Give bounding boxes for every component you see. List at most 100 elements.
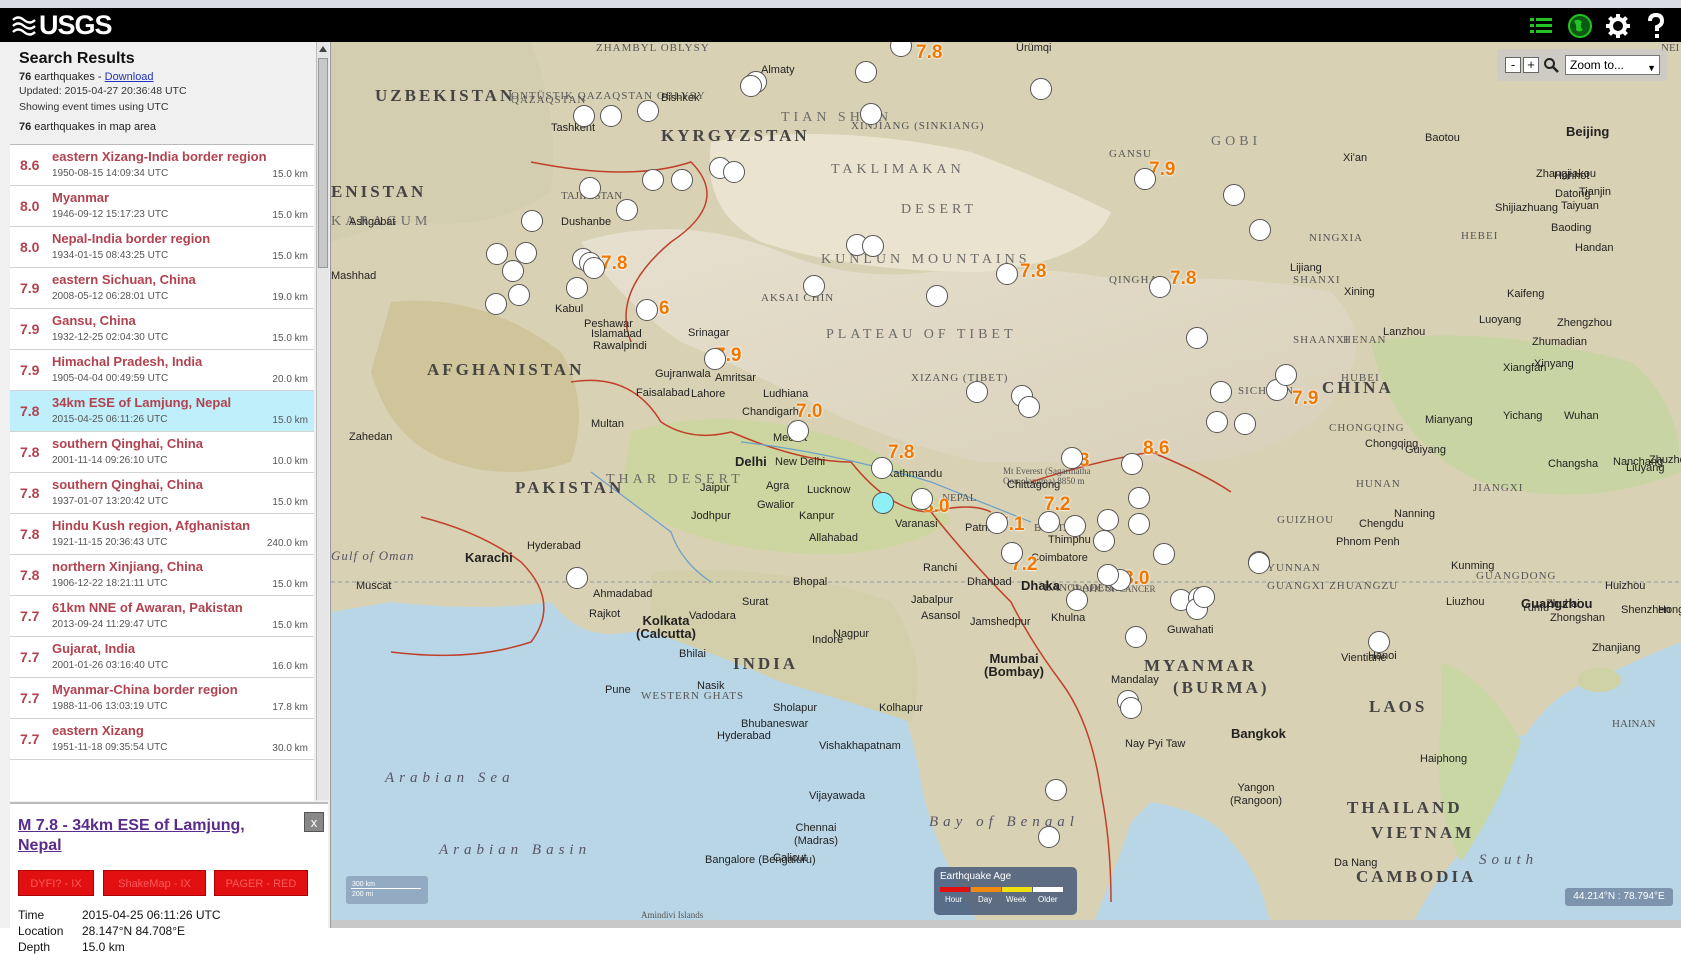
earthquake-marker[interactable]: [966, 381, 988, 403]
event-row[interactable]: 7.9 eastern Sichuan, China 2008-05-12 06:2…: [10, 268, 314, 309]
zoom-out-button[interactable]: -: [1505, 57, 1521, 73]
globe-icon[interactable]: [1566, 12, 1594, 40]
event-row[interactable]: 7.7 61km NNE of Awaran, Pakistan 2013-09-2…: [10, 596, 314, 637]
earthquake-marker[interactable]: [1038, 511, 1060, 533]
event-row[interactable]: 7.7 Myanmar-China border region 1988-11-06…: [10, 678, 314, 719]
earthquake-marker[interactable]: [637, 100, 659, 122]
earthquake-marker[interactable]: [1001, 542, 1023, 564]
earthquake-marker[interactable]: [1234, 413, 1256, 435]
map-view[interactable]: UZBEKISTAN KYRGYZSTAN AFGHANISTAN PAKISTAN I…: [331, 42, 1681, 928]
earthquake-marker[interactable]: [855, 61, 877, 83]
region-label: SHANXI: [1293, 274, 1341, 286]
earthquake-marker[interactable]: [1275, 364, 1297, 386]
earthquake-marker[interactable]: [642, 169, 664, 191]
earthquake-marker[interactable]: [1223, 184, 1245, 206]
pager-button[interactable]: PAGER - RED: [214, 870, 308, 896]
earthquake-marker[interactable]: [1125, 626, 1147, 648]
earthquake-marker[interactable]: [566, 567, 588, 589]
earthquake-marker[interactable]: [1097, 509, 1119, 531]
usgs-logo[interactable]: USGS: [12, 10, 113, 40]
earthquake-marker[interactable]: [502, 260, 524, 282]
help-icon[interactable]: [1642, 12, 1670, 40]
earthquake-marker[interactable]: [704, 348, 726, 370]
earthquake-marker[interactable]: [515, 242, 537, 264]
earthquake-marker[interactable]: [508, 284, 530, 306]
earthquake-marker[interactable]: [1210, 381, 1232, 403]
event-title-link[interactable]: M 7.8 - 34km ESE of Lamjung, Nepal: [18, 816, 278, 856]
city-label: Chandigarh: [742, 406, 799, 418]
region-label: HEBEI: [1461, 230, 1499, 242]
list-scrollbar[interactable]: [316, 42, 329, 800]
earthquake-marker[interactable]: [740, 75, 762, 97]
earthquake-marker[interactable]: [1097, 564, 1119, 586]
earthquake-marker[interactable]: [486, 243, 508, 265]
earthquake-marker[interactable]: [862, 235, 884, 257]
earthquake-marker[interactable]: [600, 105, 622, 127]
earthquake-marker[interactable]: [1030, 78, 1052, 100]
event-row[interactable]: 7.9 Himachal Pradesh, India 1905-04-04 00:…: [10, 350, 314, 391]
event-row[interactable]: 7.7 Gujarat, India 2001-01-26 03:16:40 UTC…: [10, 637, 314, 678]
search-icon[interactable]: [1543, 57, 1559, 73]
earthquake-marker[interactable]: [636, 299, 658, 321]
earthquake-marker[interactable]: [573, 105, 595, 127]
earthquake-marker[interactable]: [1206, 411, 1228, 433]
event-row[interactable]: 7.8 southern Qinghai, China 2001-11-14 09:…: [10, 432, 314, 473]
event-row[interactable]: 7.7 eastern Xizang 1951-11-18 09:35:54 UTC…: [10, 719, 314, 760]
event-row[interactable]: 7.8 Hindu Kush region, Afghanistan 1921-11…: [10, 514, 314, 555]
earthquake-marker[interactable]: [1045, 779, 1067, 801]
earthquake-marker[interactable]: [485, 293, 507, 315]
shakemap-button[interactable]: ShakeMap - IX: [103, 870, 206, 896]
list-icon[interactable]: [1527, 12, 1555, 40]
zoom-to-select[interactable]: Zoom to... ▼: [1565, 55, 1660, 75]
close-icon[interactable]: x: [304, 812, 324, 832]
selected-earthquake-marker[interactable]: [872, 492, 894, 514]
earthquake-marker[interactable]: [1018, 396, 1040, 418]
earthquake-marker[interactable]: [996, 263, 1018, 285]
zoom-in-button[interactable]: +: [1523, 57, 1539, 73]
earthquake-marker[interactable]: [986, 512, 1008, 534]
earthquake-marker[interactable]: [1093, 530, 1115, 552]
earthquake-marker[interactable]: [911, 488, 933, 510]
earthquake-marker[interactable]: [1038, 826, 1060, 848]
earthquake-marker[interactable]: [616, 199, 638, 221]
earthquake-marker[interactable]: [1066, 589, 1088, 611]
earthquake-marker[interactable]: [1248, 552, 1270, 574]
event-row[interactable]: 7.8 southern Qinghai, China 1937-01-07 13:…: [10, 473, 314, 514]
earthquake-marker[interactable]: [1061, 447, 1083, 469]
scroll-thumb[interactable]: [318, 58, 328, 268]
earthquake-marker[interactable]: [1120, 697, 1142, 719]
earthquake-marker[interactable]: [583, 257, 605, 279]
earthquake-marker[interactable]: [1128, 487, 1150, 509]
earthquake-marker[interactable]: [1193, 586, 1215, 608]
earthquake-marker[interactable]: [671, 169, 693, 191]
earthquake-marker[interactable]: [1128, 513, 1150, 535]
earthquake-marker[interactable]: [926, 285, 948, 307]
earthquake-marker[interactable]: [1186, 327, 1208, 349]
earthquake-marker[interactable]: [1153, 543, 1175, 565]
earthquake-marker[interactable]: [1121, 453, 1143, 475]
dyfi-button[interactable]: DYFI? - IX: [18, 870, 94, 896]
region-label: CHONGQING: [1329, 422, 1405, 434]
event-row[interactable]: 8.0 Myanmar 1946-09-12 15:17:23 UTC 15.0 km: [10, 186, 314, 227]
scroll-up-icon[interactable]: [319, 46, 327, 52]
event-row[interactable]: 7.8 34km ESE of Lamjung, Nepal 2015-04-25 …: [10, 391, 314, 432]
event-row[interactable]: 7.9 Gansu, China 1932-12-25 02:04:30 UTC 15…: [10, 309, 314, 350]
earthquake-marker[interactable]: [1064, 515, 1086, 537]
earthquake-marker[interactable]: [1149, 276, 1171, 298]
earthquake-marker[interactable]: [1134, 168, 1156, 190]
earthquake-marker[interactable]: [871, 457, 893, 479]
earthquake-marker[interactable]: [860, 103, 882, 125]
event-row[interactable]: 8.6 eastern Xizang-India border region 195…: [10, 145, 314, 186]
event-row[interactable]: 7.8 northern Xinjiang, China 1906-12-22 18…: [10, 555, 314, 596]
earthquake-marker[interactable]: [566, 277, 588, 299]
earthquake-marker[interactable]: [723, 161, 745, 183]
earthquake-marker[interactable]: [521, 210, 543, 232]
earthquake-marker[interactable]: [803, 275, 825, 297]
earthquake-marker[interactable]: [787, 420, 809, 442]
earthquake-marker[interactable]: [1368, 631, 1390, 653]
gear-icon[interactable]: [1604, 12, 1632, 40]
earthquake-marker[interactable]: [579, 177, 601, 199]
earthquake-marker[interactable]: [1249, 219, 1271, 241]
event-row[interactable]: 8.0 Nepal-India border region 1934-01-15 0…: [10, 227, 314, 268]
download-link[interactable]: Download: [105, 71, 154, 83]
